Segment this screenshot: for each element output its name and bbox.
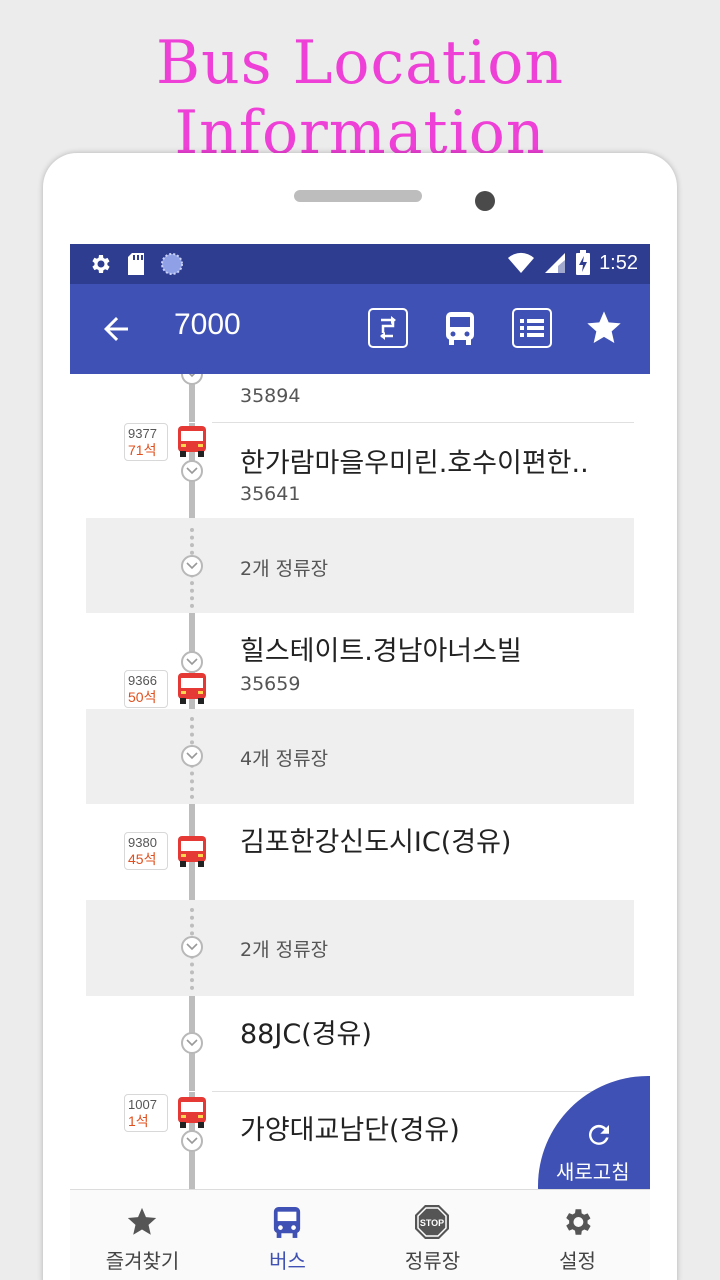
list-item[interactable]: 한가람마을우미린.호수이편한.. 35641 9377 71석 [86, 423, 634, 518]
nav-label: 버스 [269, 1249, 306, 1273]
status-time: 1:52 [599, 251, 638, 274]
phone-camera [475, 191, 495, 211]
bus-location-button[interactable] [440, 308, 480, 348]
signal-icon [545, 253, 566, 273]
bus-tag: 9377 71석 [124, 423, 168, 461]
bottom-nav: 즐겨찾기 버스 STOP 정류장 설정 [70, 1189, 650, 1280]
back-button[interactable] [98, 311, 134, 347]
bus-plate: 9380 [128, 835, 157, 850]
bus-seats: 45석 [128, 851, 157, 867]
chevron-down-icon [181, 651, 203, 673]
nav-stops[interactable]: STOP 정류장 [360, 1190, 505, 1280]
bus-tag: 9380 45석 [124, 832, 168, 870]
swap-icon [368, 308, 408, 348]
gap-label: 2개 정류장 [240, 558, 329, 580]
bus-seats: 1석 [128, 1113, 149, 1129]
arrow-back-icon [104, 317, 128, 341]
bus-tag: 9366 50석 [124, 670, 168, 708]
chevron-down-icon [181, 460, 203, 482]
wifi-icon [508, 252, 535, 273]
refresh-icon [588, 1124, 609, 1145]
chevron-down-icon [181, 374, 203, 385]
bus-icon [273, 1207, 301, 1238]
phone-speaker [294, 190, 422, 202]
list-item[interactable]: 김포한강신도시IC(경유) 9380 45석 [86, 804, 634, 900]
stop-name: 한가람마을우미린.호수이편한.. [240, 448, 589, 479]
loading-icon [161, 253, 183, 275]
status-bar: 1:52 [70, 244, 650, 284]
stop-name: 가양대교남단(경유) [240, 1115, 460, 1146]
bus-seats: 71석 [128, 442, 157, 458]
gear-icon [566, 1209, 591, 1235]
gear-icon [92, 255, 110, 273]
stop-sign-text: STOP [420, 1218, 444, 1228]
nav-label: 정류장 [404, 1249, 461, 1273]
swap-direction-button[interactable] [368, 308, 408, 348]
nav-label: 즐겨찾기 [105, 1249, 180, 1273]
chevron-down-icon [181, 936, 203, 958]
chevron-down-icon [181, 555, 203, 577]
nav-label: 설정 [559, 1249, 596, 1273]
bus-seats: 50석 [128, 689, 157, 705]
stop-id: 35641 [240, 483, 301, 505]
promo-title: Bus Location Information [155, 28, 564, 168]
bus-plate: 1007 [128, 1097, 157, 1112]
star-icon [127, 1207, 157, 1235]
stop-id: 35894 [240, 385, 301, 407]
route-number: 7000 [174, 308, 241, 341]
star-icon [587, 311, 621, 343]
chevron-down-icon [181, 1130, 203, 1152]
gap-label: 4개 정류장 [240, 748, 329, 770]
app-screen: 1:52 7000 35894 한가람마을우미린.호수이편한.. 35641 9… [70, 244, 650, 1280]
bus-plate: 9377 [128, 426, 157, 441]
bus-marker-icon[interactable] [176, 425, 208, 459]
bus-marker-icon[interactable] [176, 672, 208, 706]
stop-list[interactable]: 35894 한가람마을우미린.호수이편한.. 35641 9377 71석 2개… [70, 374, 650, 1189]
stop-id: 35659 [240, 673, 301, 695]
nav-settings[interactable]: 설정 [505, 1190, 650, 1280]
list-icon [512, 308, 552, 348]
stop-gap[interactable]: 2개 정류장 [86, 900, 634, 996]
app-bar: 7000 [70, 284, 650, 374]
stop-gap[interactable]: 4개 정류장 [86, 709, 634, 804]
bus-marker-icon[interactable] [176, 1096, 208, 1130]
bus-plate: 9366 [128, 673, 157, 688]
list-item[interactable]: 88JC(경유) [86, 996, 634, 1091]
chevron-down-icon [181, 745, 203, 767]
nav-bus[interactable]: 버스 [215, 1190, 360, 1280]
bus-tag: 1007 1석 [124, 1094, 168, 1132]
stop-gap[interactable]: 2개 정류장 [86, 518, 634, 613]
chevron-down-icon [181, 1032, 203, 1054]
stop-name: 김포한강신도시IC(경유) [240, 827, 512, 858]
list-item[interactable]: 힐스테이트.경남아너스빌 35659 9366 50석 [86, 613, 634, 709]
favorite-button[interactable] [584, 308, 624, 348]
sd-card-icon [128, 253, 144, 275]
refresh-label: 새로고침 [556, 1160, 630, 1184]
bus-marker-icon[interactable] [176, 835, 208, 869]
stop-sign-icon: STOP [415, 1205, 449, 1239]
bus-icon [446, 312, 474, 345]
stop-name: 88JC(경유) [240, 1019, 372, 1050]
list-item[interactable]: 35894 [86, 374, 634, 422]
battery-charging-icon [576, 250, 591, 275]
stop-name: 힐스테이트.경남아너스빌 [240, 636, 522, 667]
nav-favorites[interactable]: 즐겨찾기 [70, 1190, 215, 1280]
gap-label: 2개 정류장 [240, 939, 329, 961]
route-list-button[interactable] [512, 308, 552, 348]
